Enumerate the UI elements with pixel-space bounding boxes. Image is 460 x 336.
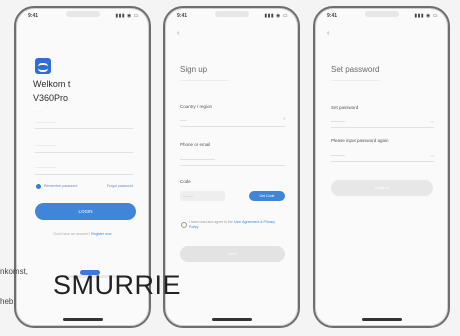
page-subtitle: —————————————— [180,78,229,82]
register-link[interactable]: Register now [91,232,111,236]
page-title: Set password [331,65,380,74]
phone-underline [180,165,285,166]
agree-checkbox[interactable] [181,222,187,228]
page-subtitle: —————————————— [331,78,380,82]
forgot-password-link[interactable]: Forgot password [107,184,133,188]
status-time: 9:41 [327,13,338,19]
home-indicator [62,318,103,321]
no-account-text: Don't have an account? [53,232,91,236]
cut-off-text-1: nkomst, [0,267,29,276]
country-underline [180,126,285,127]
set-password-input[interactable]: ———— [331,119,345,123]
home-indicator [361,318,402,321]
app-logo-icon [35,58,51,74]
overlay-big-text: SMURRIE [53,270,182,300]
next-button[interactable]: Next [180,246,285,262]
phone-email-label: Phone or email [180,142,211,147]
account-input-secondary[interactable]: —————— [35,143,56,147]
login-button[interactable]: LOGIN [35,203,136,220]
chevron-right-icon[interactable]: › [283,116,285,122]
register-prompt: Don't have an account? Register now [16,232,149,236]
account-input[interactable]: —————— [35,120,56,124]
eye-icon[interactable]: ◡ [431,152,435,157]
confirm-password-input[interactable]: ———— [331,153,345,157]
code-label: Code [180,179,191,184]
set-password-label: Set password [331,105,359,110]
country-label: Country / region [180,104,213,109]
back-arrow-icon[interactable]: ‹ [327,30,329,37]
status-bar: 9:41 ▮▮▮ ◉ ▭ [327,13,438,21]
page-title: Sign up [180,65,208,74]
status-bar: 9:41 ▮▮▮ ◉ ▭ [177,13,288,21]
welcome-heading: Welkom t [33,79,71,89]
get-code-button[interactable]: Get Code [249,191,285,201]
country-select[interactable]: —— [180,118,187,122]
agree-text: I have read and agree to the [189,220,233,224]
signal-icon: ▮▮▮ ◉ ▭ [115,13,139,19]
remember-label[interactable]: Remember password [44,184,77,188]
agreement-text: I have read and agree to the User Agreem… [189,220,284,230]
back-arrow-icon[interactable]: ‹ [177,30,179,37]
set-password-phone-screen: 9:41 ▮▮▮ ◉ ▭ ‹ Set password ————————————… [313,6,450,328]
cut-off-text-2: heb [0,297,14,306]
account-underline-2 [35,152,133,153]
signal-icon: ▮▮▮ ◉ ▭ [264,13,288,19]
home-indicator [211,318,252,321]
welcome-hint: …… [35,109,42,113]
password-input[interactable]: —————— [35,165,56,169]
status-time: 9:41 [28,13,39,19]
password-underline [331,127,434,128]
signal-icon: ▮▮▮ ◉ ▭ [414,13,438,19]
remember-checkbox[interactable] [36,184,41,189]
status-time: 9:41 [177,13,188,19]
signup-phone-screen: 9:41 ▮▮▮ ◉ ▭ ‹ Sign up —————————————— Co… [163,6,300,328]
code-input[interactable]: ——— [180,191,225,201]
eye-icon[interactable]: ◡ [431,118,435,123]
phone-email-input[interactable]: —————————— [180,157,215,161]
status-bar: 9:41 ▮▮▮ ◉ ▭ [28,13,139,21]
password-underline [35,174,133,175]
confirm-underline [331,161,434,162]
app-name: V360Pro [33,93,69,103]
account-underline [35,128,133,129]
confirm-password-label: Please input password again [331,138,389,143]
confirm-button[interactable]: Confirm [331,180,433,196]
